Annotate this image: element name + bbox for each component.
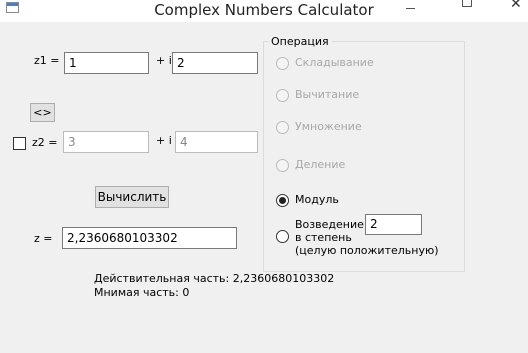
op-power-hint: (целую положительную) <box>295 244 439 257</box>
z1-label: z1 = <box>34 54 60 67</box>
z2-label: z2 = <box>32 136 58 149</box>
z2-checkbox[interactable] <box>13 137 26 150</box>
operation-groupbox <box>263 41 465 272</box>
result-field[interactable]: 2,2360680103302 <box>62 227 237 249</box>
op-divide-label: Деление <box>295 158 346 171</box>
operation-group-title: Операция <box>268 35 332 48</box>
z1-imag-label: + i <box>156 54 172 67</box>
real-part-text: Действительная часть: 2,2360680103302 <box>94 272 335 285</box>
maximize-icon[interactable] <box>462 0 472 7</box>
z2-imag-input[interactable]: 4 <box>175 131 258 153</box>
radio-multiply[interactable] <box>276 121 289 134</box>
z2-real-input[interactable]: 3 <box>63 131 149 153</box>
power-input[interactable]: 2 <box>365 214 422 235</box>
compute-button[interactable]: Вычислить <box>95 186 169 208</box>
op-power-label-2: в степень <box>295 231 352 244</box>
radio-divide[interactable] <box>276 159 289 172</box>
result-label: z = <box>34 232 53 245</box>
z1-imag-input[interactable]: 2 <box>172 52 258 74</box>
radio-subtract[interactable] <box>276 89 289 102</box>
radio-modulus[interactable] <box>276 194 289 207</box>
swap-button[interactable]: <> <box>30 103 55 122</box>
op-multiply-label: Умножение <box>295 120 362 133</box>
op-power-label-1: Возведение <box>295 218 364 231</box>
radio-add[interactable] <box>276 57 289 70</box>
minimize-icon[interactable] <box>400 0 422 14</box>
radio-power[interactable] <box>276 230 289 243</box>
z2-imag-label: + i <box>156 134 172 147</box>
z1-real-input[interactable]: 1 <box>64 52 149 74</box>
close-icon[interactable]: ✕ <box>510 0 522 12</box>
op-subtract-label: Вычитание <box>295 88 360 101</box>
op-modulus-label: Модуль <box>295 193 339 206</box>
op-add-label: Складывание <box>295 56 374 69</box>
window-title: Complex Numbers Calculator <box>154 1 374 19</box>
imag-part-text: Мнимая часть: 0 <box>94 286 190 299</box>
